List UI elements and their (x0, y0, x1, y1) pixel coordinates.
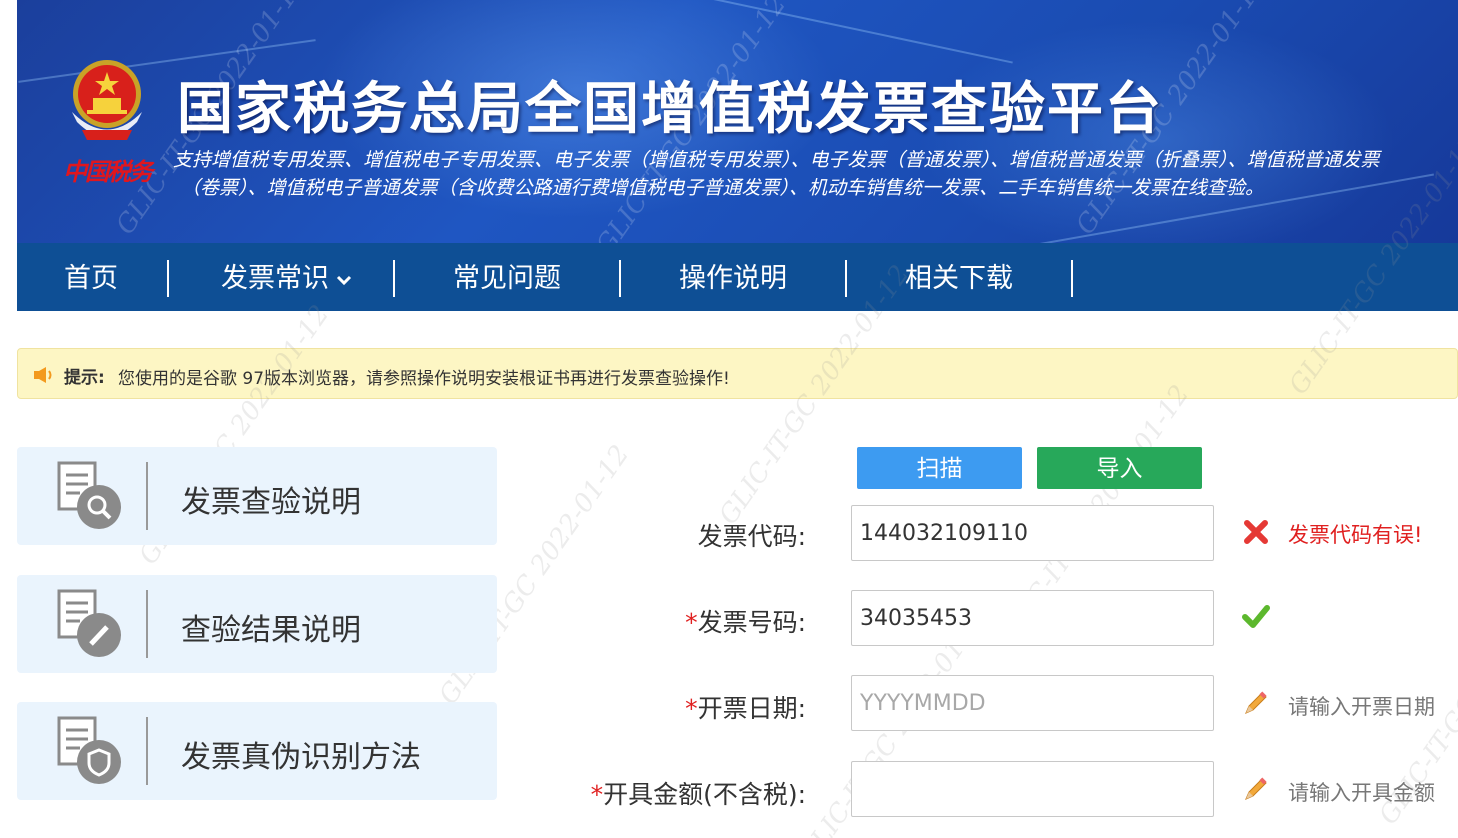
card-label: 发票查验说明 (181, 485, 361, 520)
subtitle-line: （卷票）、增值税电子普通发票（含收费公路通行费增值税电子普通发票）、机动车销售统… (181, 177, 1265, 199)
nav-divider (1071, 260, 1073, 297)
field-label-text: 开票日期: (697, 694, 806, 723)
field-label-text: 开具金额(不含税): (603, 780, 806, 809)
invoice-number-input[interactable] (851, 590, 1214, 646)
subtitle-line: 支持增值税专用发票、增值税电子专用发票、电子发票（增值税专用发票）、电子发票（普… (173, 149, 1380, 171)
invoice-amount-input[interactable] (851, 761, 1214, 817)
check-icon (1242, 605, 1270, 628)
invoice-number-label: *发票号码: (685, 603, 806, 639)
card-label: 查验结果说明 (181, 613, 361, 648)
document-edit-icon (57, 589, 121, 657)
browser-notice: 提示: 您使用的是谷歌 97版本浏览器，请参照操作说明安装根证书再进行发票查验操… (17, 348, 1458, 399)
error-x-icon (1244, 520, 1268, 544)
nav-item-label: 发票常识 (221, 263, 329, 294)
logo-text: 中国税务 (63, 157, 153, 186)
tax-emblem-icon (72, 60, 142, 140)
invoice-code-error: 发票代码有误! (1288, 523, 1423, 547)
nav-divider (845, 260, 847, 297)
header-banner: GLIC-IT-GC 2022-01-12 GLIC-IT-GC 2022-01… (17, 0, 1458, 243)
nav-item-instructions[interactable]: 操作说明 (663, 243, 803, 311)
field-label-text: 发票代码: (697, 522, 806, 551)
pencil-icon (1245, 691, 1267, 714)
document-search-icon (57, 461, 121, 529)
main-nav: 首页 发票常识 常见问题 操作说明 相关下载 (17, 243, 1458, 311)
document-shield-icon (57, 716, 121, 784)
nav-divider (393, 260, 395, 297)
pencil-icon (1245, 777, 1267, 800)
required-mark: * (685, 608, 698, 637)
notice-message: 您使用的是谷歌 97版本浏览器，请参照操作说明安装根证书再进行发票查验操作! (118, 369, 730, 389)
scan-button[interactable]: 扫描 (857, 447, 1022, 489)
invoice-amount-hint: 请输入开具金额 (1288, 781, 1435, 805)
invoice-code-label: 发票代码: (698, 517, 806, 553)
speaker-icon (34, 367, 52, 383)
nav-item-invoice-knowledge[interactable]: 发票常识 (207, 243, 367, 311)
nav-item-faq[interactable]: 常见问题 (437, 243, 577, 311)
invoice-date-hint: 请输入开票日期 (1288, 695, 1435, 719)
notice-label: 提示: (64, 368, 105, 388)
invoice-code-input[interactable] (851, 505, 1214, 561)
invoice-date-label: *开票日期: (685, 689, 806, 725)
chevron-down-icon (336, 275, 352, 285)
nav-item-home[interactable]: 首页 (45, 243, 137, 311)
invoice-amount-label: *开具金额(不含税): (591, 775, 806, 811)
import-button[interactable]: 导入 (1037, 447, 1202, 489)
card-label: 发票真伪识别方法 (181, 740, 421, 775)
nav-item-downloads[interactable]: 相关下载 (889, 243, 1029, 311)
invoice-date-input[interactable] (851, 675, 1214, 731)
field-label-text: 发票号码: (697, 608, 806, 637)
card-invoice-check-guide[interactable]: 发票查验说明 (17, 447, 497, 545)
nav-divider (619, 260, 621, 297)
card-result-guide[interactable]: 查验结果说明 (17, 575, 497, 673)
page-subtitle: 支持增值税专用发票、增值税电子专用发票、电子发票（增值税专用发票）、电子发票（普… (173, 146, 1458, 202)
page-title: 国家税务总局全国增值税发票查验平台 (177, 77, 1163, 142)
required-mark: * (590, 780, 604, 809)
nav-divider (167, 260, 169, 297)
required-mark: * (685, 694, 698, 723)
card-authenticity-guide[interactable]: 发票真伪识别方法 (17, 702, 497, 800)
